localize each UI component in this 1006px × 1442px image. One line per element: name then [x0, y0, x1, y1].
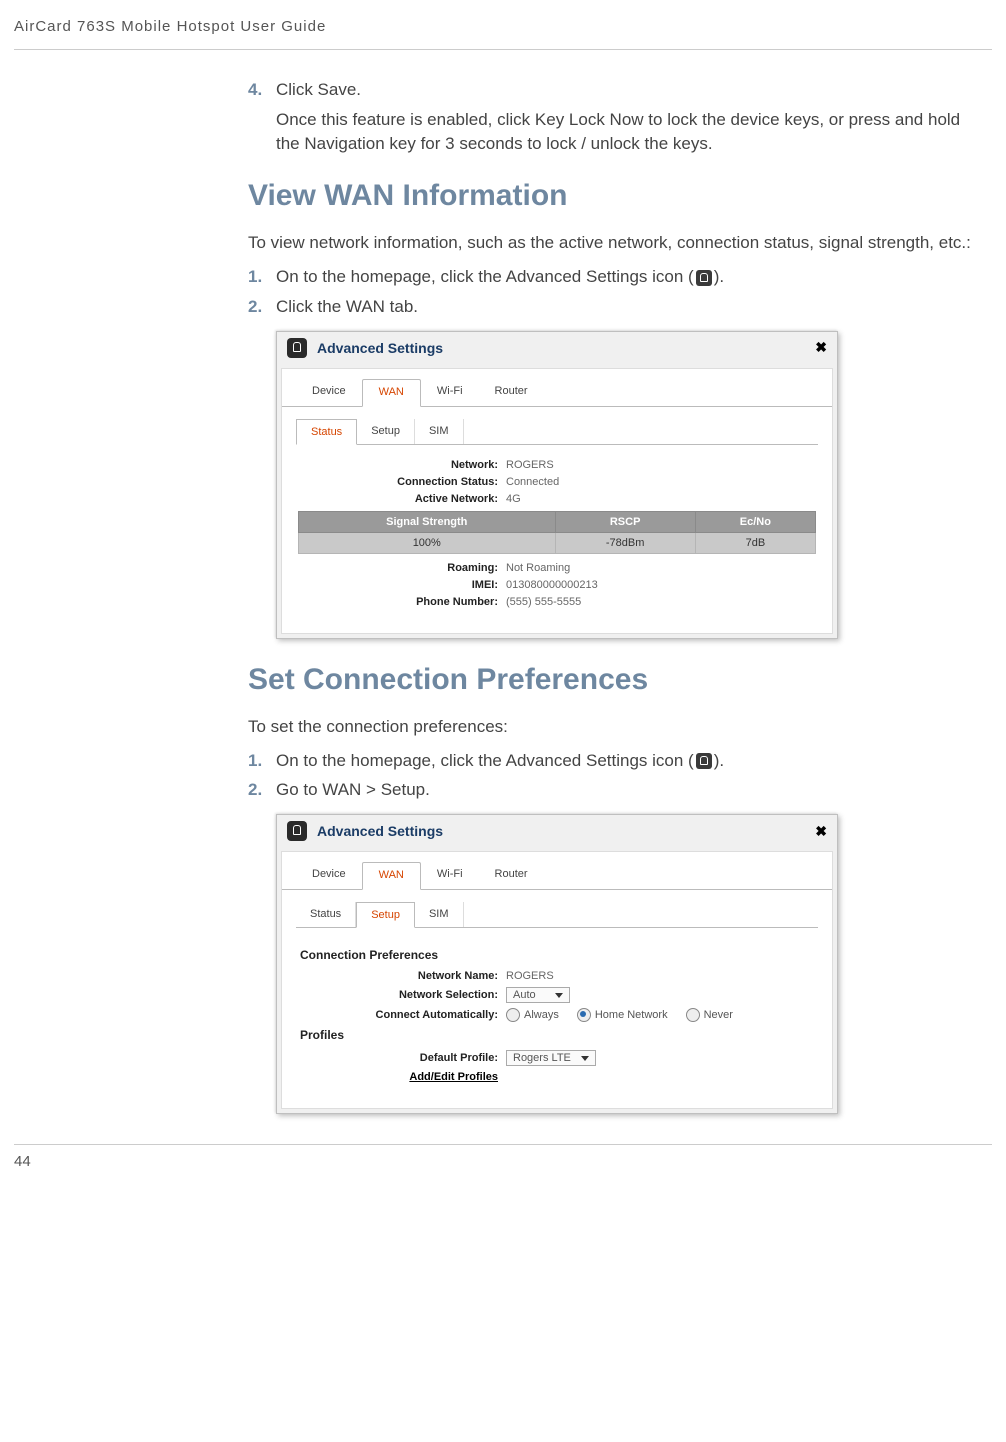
network-label: Network:: [298, 459, 506, 471]
step-text: Click Save.: [276, 78, 982, 102]
screenshot-wan-setup: Advanced Settings ✖ Device WAN Wi-Fi Rou…: [276, 814, 838, 1114]
step-number: 2.: [248, 295, 276, 319]
conn-auto-label: Connect Automatically:: [298, 1009, 506, 1021]
subtab-setup[interactable]: Setup: [356, 902, 415, 928]
radio-always[interactable]: Always: [506, 1008, 559, 1022]
td-ecno: 7dB: [695, 532, 815, 553]
step-followup: Once this feature is enabled, click Key …: [276, 108, 982, 156]
active-network-label: Active Network:: [298, 493, 506, 505]
roaming-value: Not Roaming: [506, 562, 570, 574]
running-header: AirCard 763S Mobile Hotspot User Guide: [14, 18, 992, 50]
radio-home-network[interactable]: Home Network: [577, 1008, 668, 1022]
adv-settings-icon: [287, 821, 307, 841]
close-icon[interactable]: ✖: [815, 823, 827, 840]
radio-icon: [686, 1008, 700, 1022]
def-profile-value: Rogers LTE: [513, 1052, 571, 1064]
adv-settings-icon: [287, 338, 307, 358]
sub-tabs: Status Setup SIM: [296, 902, 818, 928]
radio-icon: [577, 1008, 591, 1022]
radio-icon: [506, 1008, 520, 1022]
radio-label: Always: [524, 1009, 559, 1021]
net-name-label: Network Name:: [298, 970, 506, 982]
radio-label: Never: [704, 1009, 733, 1021]
main-content: 4. Click Save. Once this feature is enab…: [248, 78, 982, 1114]
subtab-sim[interactable]: SIM: [415, 902, 464, 927]
profiles-heading: Profiles: [300, 1028, 816, 1042]
vw-step-2: 2. Click the WAN tab.: [248, 295, 982, 319]
dialog-title: Advanced Settings: [317, 340, 815, 356]
sc-step-2: 2. Go to WAN > Setup.: [248, 778, 982, 802]
radio-never[interactable]: Never: [686, 1008, 733, 1022]
adv-settings-icon: [696, 270, 712, 286]
chevron-down-icon: [581, 1056, 589, 1061]
conn-status-label: Connection Status:: [298, 476, 506, 488]
sc-step-1: 1. On to the homepage, click the Advance…: [248, 749, 982, 773]
heading-view-wan: View WAN Information: [248, 179, 982, 213]
active-network-value: 4G: [506, 493, 521, 505]
tab-wifi[interactable]: Wi-Fi: [421, 379, 479, 406]
main-tabs: Device WAN Wi-Fi Router: [282, 369, 832, 407]
net-name-value: ROGERS: [506, 970, 554, 982]
step-text: Go to WAN > Setup.: [276, 778, 982, 802]
step-text-b: ).: [714, 751, 724, 770]
th-rscp: RSCP: [555, 511, 695, 532]
dialog-title: Advanced Settings: [317, 823, 815, 839]
step-number: 1.: [248, 265, 276, 289]
step-text: On to the homepage, click the Advanced S…: [276, 749, 982, 773]
step-number: 4.: [248, 78, 276, 102]
tab-wan[interactable]: WAN: [362, 862, 421, 890]
adv-settings-icon: [696, 753, 712, 769]
net-sel-value: Auto: [513, 989, 536, 1001]
close-icon[interactable]: ✖: [815, 339, 827, 356]
step-4: 4. Click Save.: [248, 78, 982, 102]
tab-wifi[interactable]: Wi-Fi: [421, 862, 479, 889]
subtab-status[interactable]: Status: [296, 902, 356, 927]
signal-table: Signal Strength RSCP Ec/No 100% -78dBm 7…: [298, 511, 816, 554]
edit-profiles-link[interactable]: Add/Edit Profiles: [409, 1071, 498, 1083]
step-text-b: ).: [714, 267, 724, 286]
subtab-status[interactable]: Status: [296, 419, 357, 445]
step-text-a: On to the homepage, click the Advanced S…: [276, 267, 694, 286]
tab-router[interactable]: Router: [479, 862, 544, 889]
step-text-a: On to the homepage, click the Advanced S…: [276, 751, 694, 770]
net-sel-label: Network Selection:: [298, 989, 506, 1001]
step-number: 2.: [248, 778, 276, 802]
intro-set-conn: To set the connection preferences:: [248, 715, 982, 739]
vw-step-1: 1. On to the homepage, click the Advance…: [248, 265, 982, 289]
roaming-label: Roaming:: [298, 562, 506, 574]
screenshot-wan-status: Advanced Settings ✖ Device WAN Wi-Fi Rou…: [276, 331, 838, 639]
sub-tabs: Status Setup SIM: [296, 419, 818, 445]
tab-device[interactable]: Device: [296, 379, 362, 406]
def-profile-dropdown[interactable]: Rogers LTE: [506, 1050, 596, 1066]
net-sel-dropdown[interactable]: Auto: [506, 987, 570, 1003]
tab-router[interactable]: Router: [479, 379, 544, 406]
page-number: 44: [14, 1144, 992, 1170]
subtab-setup[interactable]: Setup: [357, 419, 415, 444]
phone-label: Phone Number:: [298, 596, 506, 608]
imei-value: 013080000000213: [506, 579, 598, 591]
intro-view-wan: To view network information, such as the…: [248, 231, 982, 255]
th-signal-strength: Signal Strength: [299, 511, 556, 532]
td-rscp: -78dBm: [555, 532, 695, 553]
subtab-sim[interactable]: SIM: [415, 419, 464, 444]
step-text: Click the WAN tab.: [276, 295, 982, 319]
def-profile-label: Default Profile:: [298, 1052, 506, 1064]
network-value: ROGERS: [506, 459, 554, 471]
th-ecno: Ec/No: [695, 511, 815, 532]
conn-status-value: Connected: [506, 476, 559, 488]
radio-label: Home Network: [595, 1009, 668, 1021]
conn-auto-radios: Always Home Network Never: [506, 1008, 733, 1022]
chevron-down-icon: [555, 993, 563, 998]
heading-set-conn: Set Connection Preferences: [248, 663, 982, 697]
step-number: 1.: [248, 749, 276, 773]
main-tabs: Device WAN Wi-Fi Router: [282, 852, 832, 890]
imei-label: IMEI:: [298, 579, 506, 591]
tab-wan[interactable]: WAN: [362, 379, 421, 407]
conn-pref-heading: Connection Preferences: [300, 948, 816, 962]
tab-device[interactable]: Device: [296, 862, 362, 889]
phone-value: (555) 555-5555: [506, 596, 581, 608]
td-signal-strength: 100%: [299, 532, 556, 553]
step-text: On to the homepage, click the Advanced S…: [276, 265, 982, 289]
